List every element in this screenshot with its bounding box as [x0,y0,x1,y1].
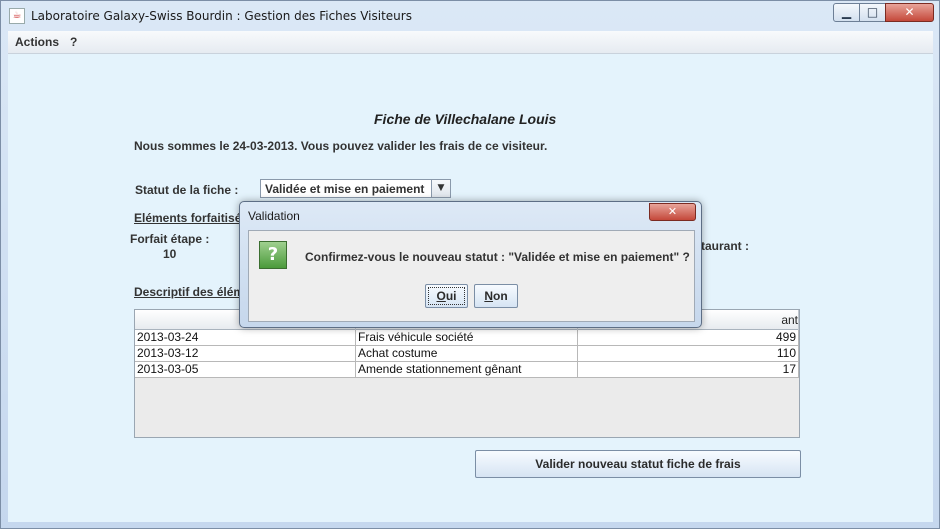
oui-mnemonic: O [436,289,446,303]
dialog-close-button[interactable]: ✕ [649,203,696,221]
table-row[interactable]: 2013-03-05 Amende stationnement gênant 1… [135,362,799,378]
menu-help[interactable]: ? [70,35,77,49]
dialog-message: Confirmez-vous le nouveau statut : "Vali… [305,250,690,264]
menu-actions[interactable]: Actions [15,35,59,49]
cell-montant: 110 [578,346,799,362]
date-message: Nous sommes le 24-03-2013. Vous pouvez v… [134,139,548,153]
elements-forfaitises-label: Eléments forfaitisés [134,211,249,225]
forfait-etape-label: Forfait étape : [130,232,210,246]
cell-date: 2013-03-12 [135,346,356,362]
cell-date: 2013-03-05 [135,362,356,378]
statut-dropdown[interactable]: Validée et mise en paiement ▼ [260,179,451,198]
statut-label: Statut de la fiche : [135,183,239,197]
fiche-title: Fiche de Villechalane Louis [374,111,557,127]
non-button[interactable]: Non [474,284,518,308]
statut-selected-value: Validée et mise en paiement [265,182,425,196]
title-bar[interactable]: ☕ Laboratoire Galaxy-Swiss Bourdin : Ges… [1,1,939,31]
table-body: 2013-03-24 Frais véhicule société 499 20… [135,330,799,378]
hors-forfait-table: D ant 2013-03-24 Frais véhicule société … [134,309,800,438]
cell-libelle: Frais véhicule société [356,330,578,346]
chevron-down-icon[interactable]: ▼ [431,180,450,197]
cell-date: 2013-03-24 [135,330,356,346]
repas-restaurant-label: taurant : [701,239,749,253]
maximize-button[interactable]: □ [859,3,886,22]
question-icon: ? [259,241,287,269]
non-mnemonic: N [484,289,493,303]
non-label-rest: on [493,289,508,303]
descriptif-elements-label: Descriptif des élém [134,285,245,299]
cell-libelle: Amende stationnement gênant [356,362,578,378]
cell-montant: 499 [578,330,799,346]
minimize-button[interactable]: ▁ [833,3,860,22]
dialog-body: ? Confirmez-vous le nouveau statut : "Va… [248,230,695,322]
menu-bar: Actions ? [8,31,933,54]
window-title: Laboratoire Galaxy-Swiss Bourdin : Gesti… [31,9,412,23]
java-app-icon: ☕ [9,8,25,24]
oui-button[interactable]: Oui [425,284,468,308]
table-row[interactable]: 2013-03-24 Frais véhicule société 499 [135,330,799,346]
cell-libelle: Achat costume [356,346,578,362]
close-button[interactable]: ✕ [885,3,934,22]
validation-dialog: Validation ✕ ? Confirmez-vous le nouveau… [239,201,702,328]
dialog-title: Validation [248,209,300,223]
forfait-etape-value: 10 [163,247,177,261]
cell-montant: 17 [578,362,799,378]
oui-label-rest: ui [445,289,457,303]
valider-statut-button[interactable]: Valider nouveau statut fiche de frais [475,450,801,478]
table-row[interactable]: 2013-03-12 Achat costume 110 [135,346,799,362]
